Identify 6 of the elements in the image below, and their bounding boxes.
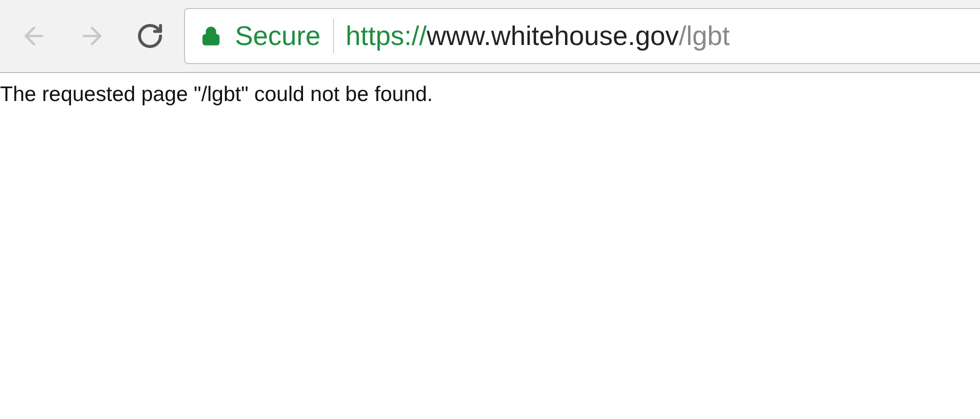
address-bar[interactable]: Secure https://www.whitehouse.gov/lgbt <box>184 8 980 64</box>
error-message: The requested page "/lgbt" could not be found. <box>0 82 434 108</box>
lock-icon <box>201 26 221 46</box>
secure-label: Secure <box>235 20 321 53</box>
reload-icon <box>136 22 164 50</box>
url-text: https://www.whitehouse.gov/lgbt <box>346 20 730 53</box>
